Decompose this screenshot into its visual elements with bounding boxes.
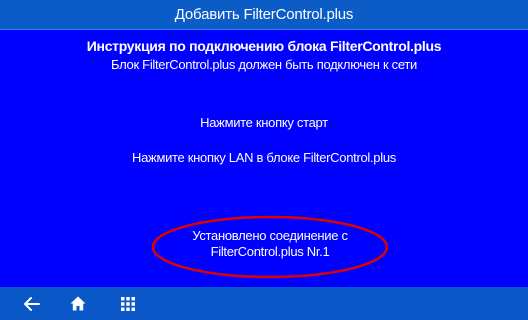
instruction-subheading: Блок FilterControl.plus должен быть подк…	[111, 57, 417, 72]
home-icon	[70, 296, 86, 311]
screen: Добавить FilterControl.plus Инструкция п…	[0, 0, 528, 320]
bottom-nav-bar	[0, 287, 528, 320]
home-button[interactable]	[58, 287, 98, 320]
status-line-2: FilterControl.plus Nr.1	[210, 244, 330, 259]
step-press-start: Нажмите кнопку старт	[200, 115, 328, 130]
menu-button[interactable]	[108, 287, 148, 320]
back-arrow-icon	[24, 296, 40, 311]
back-button[interactable]	[12, 287, 52, 320]
window-title: Добавить FilterControl.plus	[174, 6, 354, 23]
title-bar: Добавить FilterControl.plus	[0, 0, 528, 30]
grid-menu-icon	[121, 296, 135, 311]
step-press-lan: Нажмите кнопку LAN в блоке FilterControl…	[132, 150, 396, 165]
instruction-heading: Инструкция по подключению блока FilterCo…	[86, 38, 442, 54]
status-line-1: Установлено соединение с	[192, 228, 348, 243]
connection-status: Установлено соединение с FilterControl.p…	[150, 214, 390, 280]
